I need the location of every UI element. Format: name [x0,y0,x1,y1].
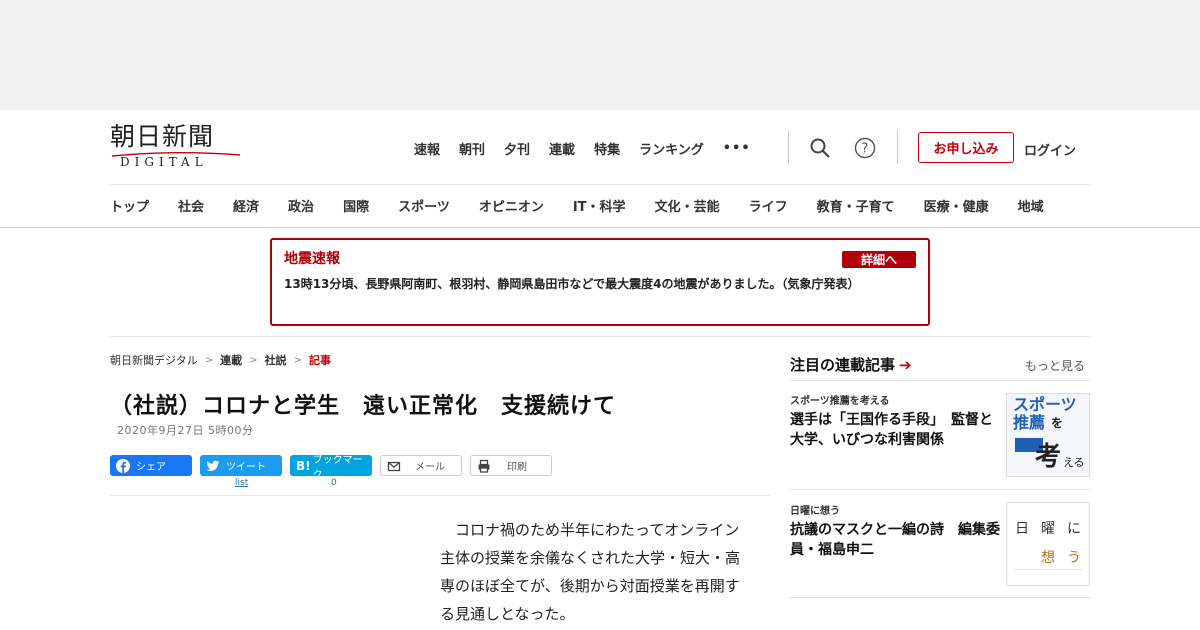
sidebar-title-text: 注目の連載記事 [790,356,896,374]
sidebar-item-category[interactable]: 日曜に想う [790,502,840,517]
logo-swoosh-icon [111,152,241,157]
thumb-text: 日 [1015,521,1029,537]
sidebar-item-thumbnail[interactable]: 日 曜 に 想 う [1006,502,1090,586]
breadcrumb-series[interactable]: 連載 [220,352,242,368]
mail-share-button[interactable]: メール [380,455,462,476]
sidebar-divider [790,597,1090,598]
sidebar-title: 注目の連載記事 ➔ [790,354,912,375]
twitter-share-label: ツイート [226,462,266,473]
mail-icon [387,461,401,471]
thumb-text: 想 [1041,550,1055,566]
cat-opinion[interactable]: オピニオン [479,196,544,215]
cat-top[interactable]: トップ [110,196,149,215]
cat-economy[interactable]: 経済 [233,196,259,215]
category-nav: トップ 社会 経済 政治 国際 スポーツ オピニオン IT・科学 文化・芸能 ラ… [110,196,1073,215]
print-icon [478,459,490,473]
breadcrumb: 朝日新聞デジタル > 連載 > 社説 > 記事 [110,352,331,368]
svg-text:?: ? [862,142,869,157]
breadcrumb-editorial[interactable]: 社説 [265,352,287,368]
sidebar-item-headline[interactable]: 抗議のマスクと一編の詩 編集委員・福島申二 [790,520,1000,560]
topnav-breaking[interactable]: 速報 [414,139,440,158]
article-title: （社説）コロナと学生 遠い正常化 支援続けて [110,394,617,419]
alert-details-button[interactable]: 詳細へ [842,251,916,268]
more-menu-icon[interactable]: ••• [723,141,751,156]
sidebar-item-thumbnail[interactable]: スポーツ 推薦 を 考 える [1006,393,1090,477]
print-button[interactable]: 印刷 [470,455,552,476]
help-icon[interactable]: ? [854,137,876,159]
topnav-ranking[interactable]: ランキング [639,139,704,158]
cat-local[interactable]: 地域 [1018,196,1044,215]
cat-sports[interactable]: スポーツ [398,196,450,215]
thumb-text: スポーツ [1013,395,1077,414]
breadcrumb-current: 記事 [308,354,331,367]
search-icon[interactable] [809,137,831,159]
nav-divider [788,130,789,164]
cat-life[interactable]: ライフ [749,196,788,215]
nav-divider [897,130,898,164]
logo-title: 朝日新聞 [110,122,215,151]
sidebar-item-category[interactable]: スポーツ推薦を考える [790,392,890,407]
topnav-features[interactable]: 特集 [594,139,620,158]
thumb-text: う [1067,550,1081,566]
earthquake-alert: 地震速報 詳細へ 13時13分頃、長野県阿南町、根羽村、静岡県島田市などで最大震… [270,238,930,326]
cat-society[interactable]: 社会 [178,196,204,215]
subscribe-button[interactable]: お申し込み [918,132,1014,163]
logo-subtitle: DIGITAL [120,155,208,169]
hatena-icon: B! [296,458,311,473]
thumb-text: 考 [1035,442,1062,472]
arrow-right-icon: ➔ [899,355,912,374]
topnav-series[interactable]: 連載 [549,139,575,158]
hatena-bookmark-label: ブックマーク [312,454,363,481]
sidebar-divider [790,489,1090,490]
thumb-text: 推薦 [1013,413,1046,432]
article-divider [110,495,770,496]
thumb-text: 曜 [1041,521,1055,537]
hatena-bookmark-button[interactable]: B! ブックマーク [290,455,372,481]
sidebar-item-headline[interactable]: 選手は「王国作る手段」 監督と大学、いびつな利害関係 [790,410,1000,450]
cat-culture[interactable]: 文化・芸能 [655,196,720,215]
thumb-text: を [1051,416,1064,430]
header-divider [110,184,1090,185]
thumb-text: に [1067,521,1081,537]
article-date: 2020年9月27日 5時00分 [117,424,254,437]
topnav-evening[interactable]: 夕刊 [504,139,530,158]
breadcrumb-separator-icon: > [293,354,302,366]
cat-politics[interactable]: 政治 [288,196,314,215]
mail-share-label: メール [415,462,445,473]
twitter-count-link[interactable]: list [235,478,248,488]
ad-space [0,0,1200,110]
cat-education[interactable]: 教育・子育て [817,196,895,215]
cat-it-science[interactable]: IT・科学 [573,196,626,215]
alert-body: 13時13分頃、長野県阿南町、根羽村、静岡県島田市などで最大震度4の地震がありま… [284,277,860,291]
facebook-icon [116,458,130,473]
sidebar-divider [790,380,1090,381]
login-link[interactable]: ログイン [1024,140,1076,159]
thumb-decoration [1015,569,1083,570]
twitter-share-button[interactable]: ツイート [200,455,282,476]
cat-international[interactable]: 国際 [343,196,369,215]
hatena-count[interactable]: 0 [331,478,337,488]
facebook-share-button[interactable]: シェア [110,455,192,476]
breadcrumb-home[interactable]: 朝日新聞デジタル [110,352,198,368]
twitter-icon [206,460,220,471]
topnav-morning[interactable]: 朝刊 [459,139,485,158]
catnav-divider [0,227,1200,228]
article-lead: コロナ禍のため半年にわたってオンライン主体の授業を余儀なくされた大学・短大・高専… [440,521,741,623]
breadcrumb-separator-icon: > [249,354,258,366]
sidebar-more-link[interactable]: もっと見る [1025,357,1085,374]
alert-title: 地震速報 [284,251,340,267]
cat-health[interactable]: 医療・健康 [924,196,989,215]
asahi-logo[interactable]: 朝日新聞 DIGITAL [110,123,242,171]
facebook-share-label: シェア [136,462,166,473]
breadcrumb-separator-icon: > [204,354,214,366]
top-nav: 速報 朝刊 夕刊 連載 特集 ランキング ••• [414,136,751,160]
thumb-text: える [1063,456,1085,469]
content-divider [110,336,1090,337]
print-label: 印刷 [507,462,527,473]
